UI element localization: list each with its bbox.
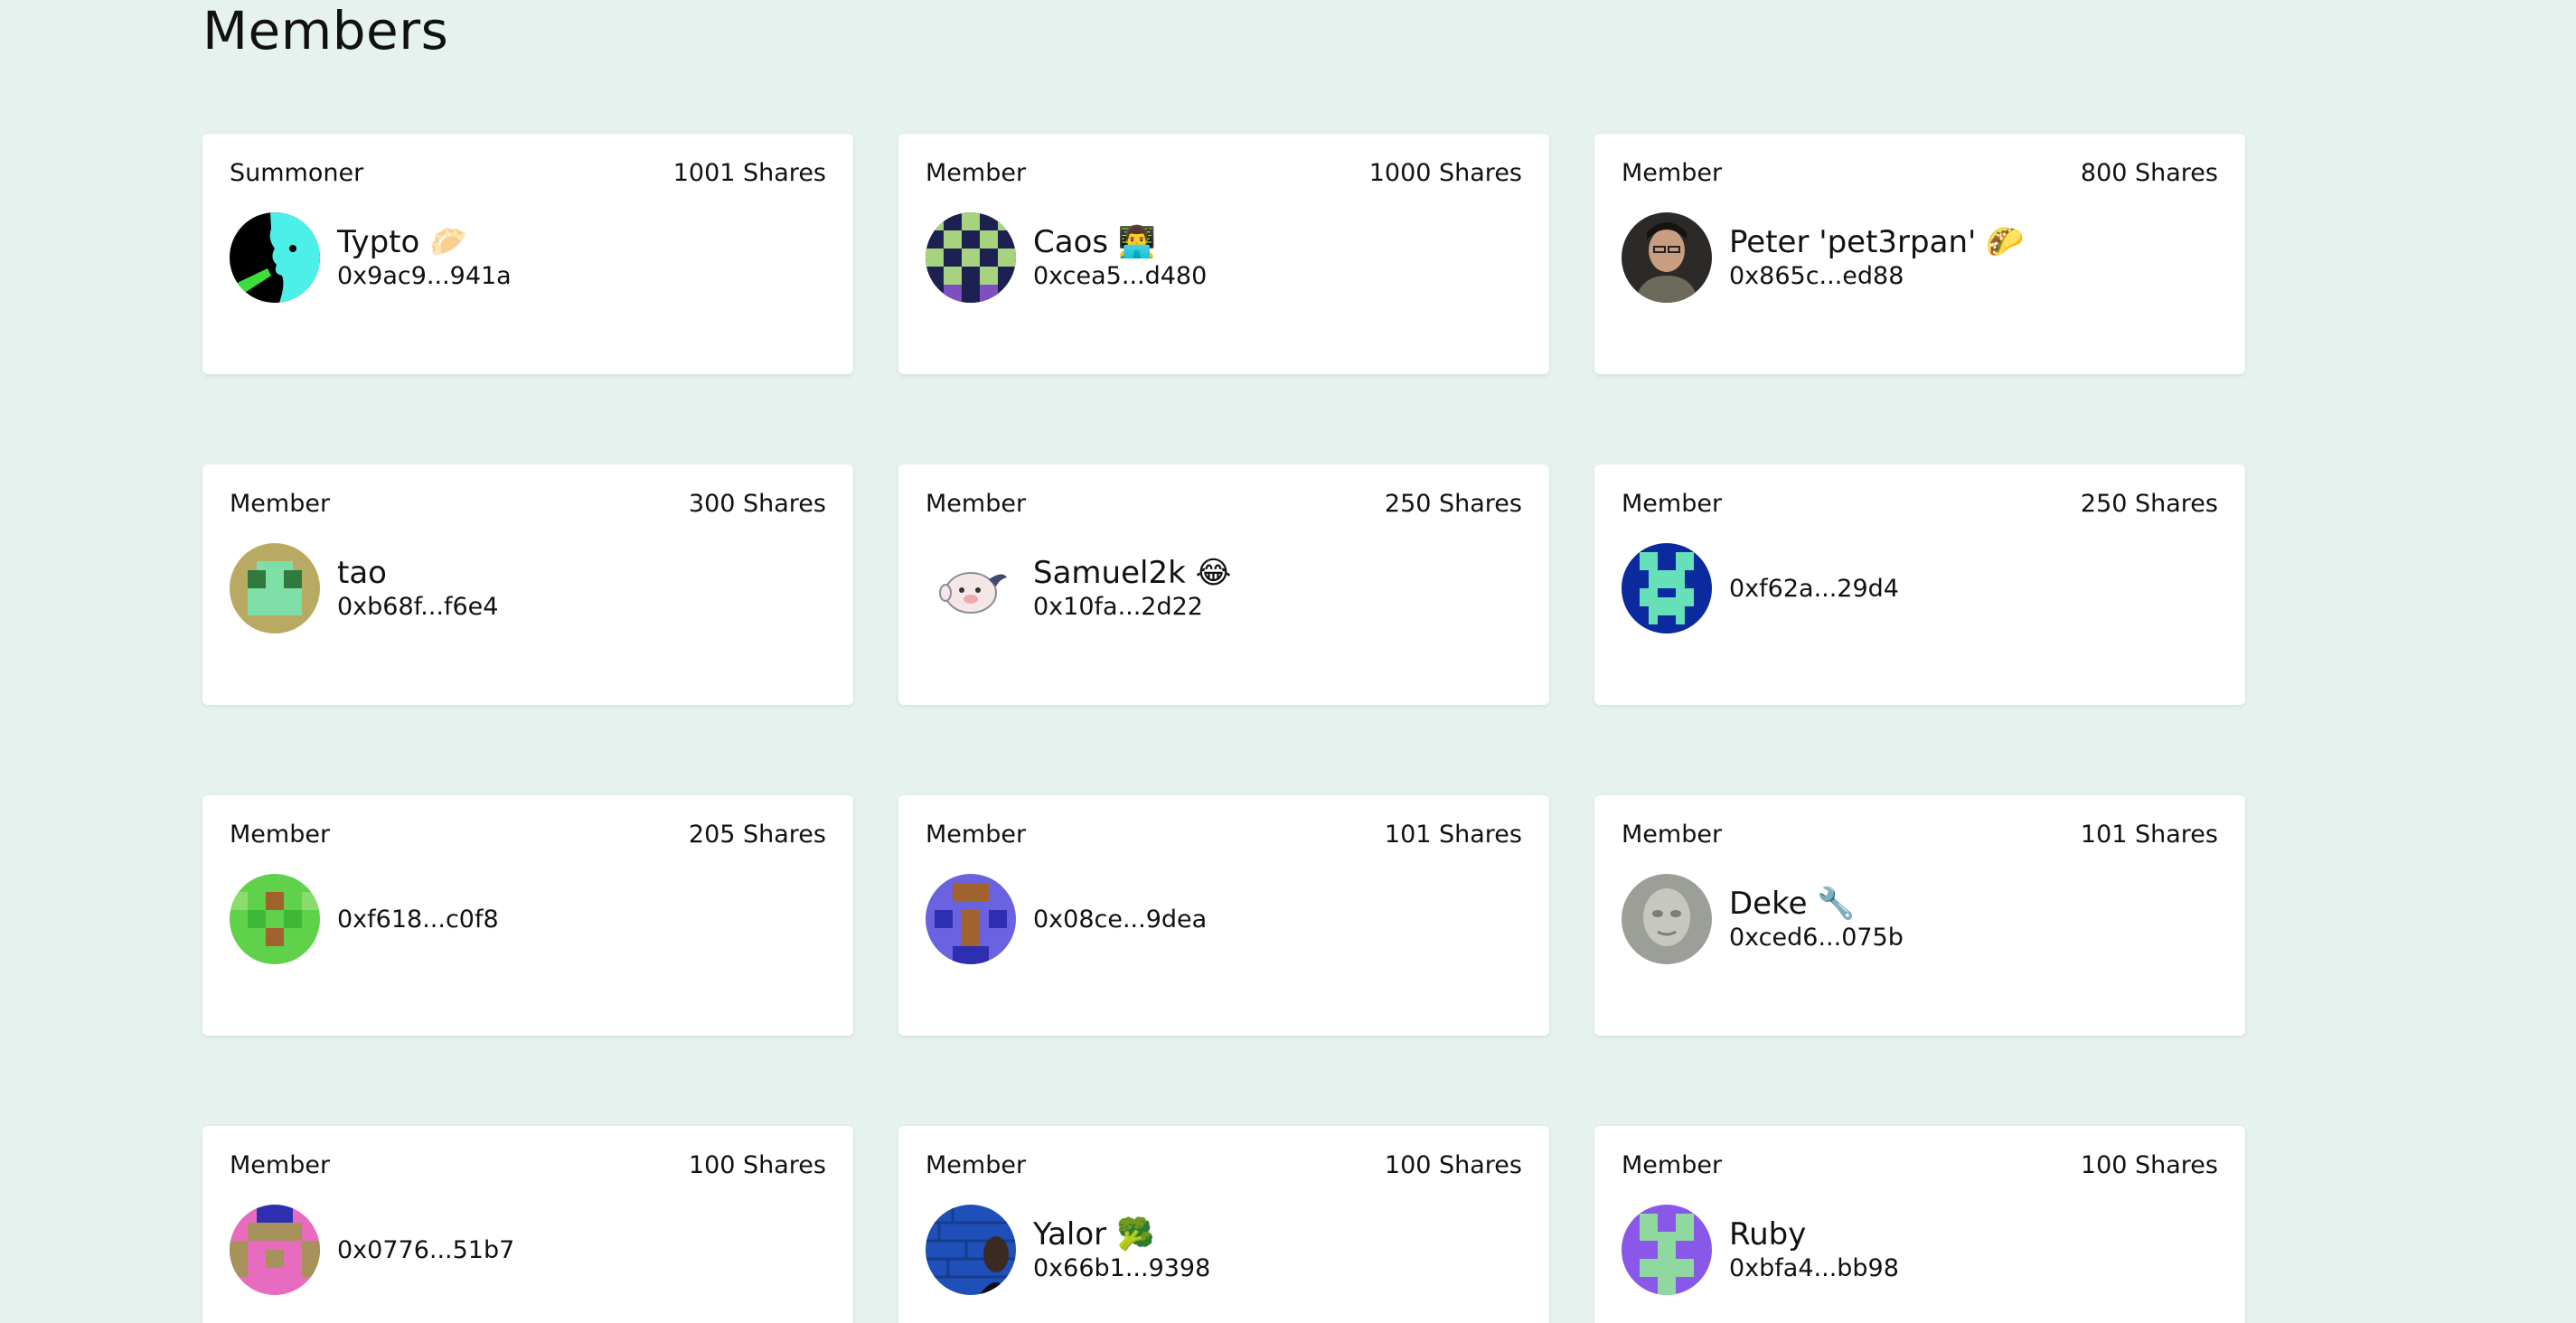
member-card[interactable]: Member 300 Shares tao 0xb68f...f6e4: [202, 464, 853, 705]
avatar: [926, 874, 1016, 964]
statue-photo-icon: [1622, 874, 1712, 964]
member-role: Member: [1622, 490, 1723, 518]
pixel-pink-olive-icon: [230, 1205, 320, 1295]
avatar: [1622, 212, 1712, 303]
pixel-green-icon: [230, 874, 320, 964]
pixel-olive-mint-icon: [230, 543, 320, 633]
member-role: Member: [1622, 159, 1723, 187]
pixel-purple-green-icon: [1622, 1205, 1712, 1295]
member-address[interactable]: 0x0776...51b7: [337, 1236, 514, 1264]
member-card[interactable]: Member 205 Shares 0xf618...c0f8: [202, 795, 853, 1036]
member-card[interactable]: Member 101 Shares Deke 🔧 0xced6...075b: [1594, 795, 2245, 1036]
avatar: [230, 874, 320, 964]
member-name: tao: [337, 555, 387, 591]
member-card[interactable]: Member 101 Shares 0x08ce...9dea: [898, 795, 1549, 1036]
member-shares: 300 Shares: [688, 490, 826, 518]
member-name: Caos 👨‍💻: [1033, 224, 1157, 260]
member-card[interactable]: Summoner 1001 Shares Typto 🥟 0x9ac9...94…: [202, 134, 853, 374]
avatar: [1622, 874, 1712, 964]
avatar: [230, 543, 320, 633]
avatar: [926, 1205, 1016, 1295]
member-shares: 1001 Shares: [672, 159, 826, 187]
member-card[interactable]: Member 100 Shares Ruby 0xbfa4...bb98: [1594, 1126, 2245, 1323]
member-role: Member: [926, 821, 1027, 849]
avatar: [926, 212, 1016, 303]
avatar: [230, 212, 320, 303]
member-card[interactable]: Member 100 Shares 0x0776...51b7: [202, 1126, 853, 1323]
pixel-blue-mint-icon: [1622, 543, 1712, 633]
blue-brick-photo-icon: [926, 1205, 1016, 1295]
member-shares: 250 Shares: [2080, 490, 2218, 518]
member-name: Ruby: [1729, 1216, 1807, 1253]
member-card[interactable]: Member 1000 Shares: [898, 134, 1549, 374]
member-address[interactable]: 0x865c...ed88: [1729, 261, 2025, 292]
member-card[interactable]: Member 100 Shares Yalor 🥦 0x66b1...9398: [898, 1126, 1549, 1323]
member-name: Deke 🔧: [1729, 886, 1856, 922]
avatar: [230, 1205, 320, 1295]
member-role: Member: [1622, 821, 1723, 849]
member-address[interactable]: 0x08ce...9dea: [1033, 905, 1207, 934]
member-shares: 800 Shares: [2080, 159, 2218, 187]
members-grid: Summoner 1001 Shares Typto 🥟 0x9ac9...94…: [202, 134, 2246, 1323]
avatar: [1622, 1205, 1712, 1295]
avatar: [926, 543, 1016, 633]
member-address[interactable]: 0x10fa...2d22: [1033, 592, 1231, 623]
member-address[interactable]: 0xbfa4...bb98: [1729, 1253, 1899, 1284]
member-address[interactable]: 0x66b1...9398: [1033, 1253, 1210, 1284]
member-address[interactable]: 0xced6...075b: [1729, 923, 1904, 953]
checker-navy-green-icon: [926, 212, 1016, 303]
member-role: Member: [1622, 1151, 1723, 1179]
cartoon-face-icon: [926, 543, 1016, 633]
member-shares: 100 Shares: [688, 1151, 826, 1179]
member-name: Peter 'pet3rpan' 🌮: [1729, 224, 2025, 260]
member-shares: 205 Shares: [688, 821, 826, 849]
member-address[interactable]: 0x9ac9...941a: [337, 261, 512, 292]
member-name: Samuel2k 😂: [1033, 555, 1232, 591]
member-address[interactable]: 0xf618...c0f8: [337, 905, 499, 934]
member-role: Member: [230, 490, 331, 518]
member-role: Summoner: [230, 159, 364, 187]
member-card[interactable]: Member 250 Shares Samuel2k �: [898, 464, 1549, 705]
portrait-cyan-green-icon: [230, 212, 320, 303]
member-card[interactable]: Member 250 Shares 0xf62a...29d4: [1594, 464, 2245, 705]
member-name: Typto 🥟: [337, 224, 468, 260]
member-shares: 250 Shares: [1384, 490, 1522, 518]
portrait-photo-icon: [1622, 212, 1712, 303]
member-shares: 1000 Shares: [1368, 159, 1522, 187]
member-shares: 100 Shares: [2080, 1151, 2218, 1179]
member-role: Member: [230, 1151, 331, 1179]
member-name: Yalor 🥦: [1033, 1216, 1155, 1253]
member-role: Member: [230, 821, 331, 849]
member-shares: 101 Shares: [2080, 821, 2218, 849]
members-page: Members Summoner 1001 Shares Typto 🥟 0x9…: [0, 0, 2576, 1323]
member-shares: 101 Shares: [1384, 821, 1522, 849]
member-address[interactable]: 0xcea5...d480: [1033, 261, 1207, 292]
page-title: Members: [202, 0, 449, 61]
member-role: Member: [926, 490, 1027, 518]
member-card[interactable]: Member 800 Shares Peter 'pet3rpan' 🌮 0x8…: [1594, 134, 2245, 374]
member-shares: 100 Shares: [1384, 1151, 1522, 1179]
avatar: [1622, 543, 1712, 633]
member-address[interactable]: 0xf62a...29d4: [1729, 575, 1899, 603]
member-address[interactable]: 0xb68f...f6e4: [337, 592, 498, 623]
pixel-purple-brown-icon: [926, 874, 1016, 964]
member-role: Member: [926, 1151, 1027, 1179]
member-role: Member: [926, 159, 1027, 187]
